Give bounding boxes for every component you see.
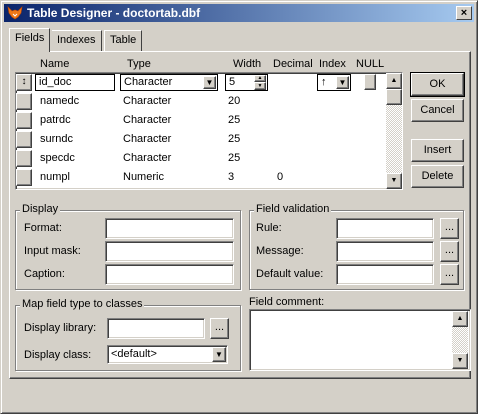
- window-title: Table Designer - doctortab.dbf: [27, 6, 201, 20]
- move-row-icon: ↕: [21, 76, 27, 87]
- row-marker[interactable]: [16, 112, 32, 129]
- field-decimal-cell[interactable]: 0: [277, 171, 283, 183]
- map-classes-title: Map field type to classes: [20, 298, 145, 310]
- col-header-index: Index: [319, 58, 346, 70]
- field-validation-title: Field validation: [254, 203, 332, 215]
- scroll-down-icon[interactable]: ▼: [386, 173, 402, 189]
- col-header-type: Type: [127, 58, 151, 70]
- dropdown-arrow-icon[interactable]: ▼: [212, 347, 226, 362]
- field-name-cell[interactable]: surndc: [40, 133, 73, 145]
- rule-input[interactable]: [336, 218, 434, 239]
- tab-table[interactable]: Table: [104, 30, 143, 51]
- message-builder-button[interactable]: ...: [440, 241, 459, 262]
- row-marker[interactable]: [16, 93, 32, 110]
- dropdown-arrow-icon[interactable]: ▼: [336, 76, 349, 89]
- field-name-cell[interactable]: namedc: [40, 95, 79, 107]
- col-header-decimal: Decimal: [273, 58, 313, 70]
- field-type-select[interactable]: Character ▼: [120, 74, 218, 91]
- ok-button[interactable]: OK: [410, 72, 465, 97]
- caption-input[interactable]: [105, 264, 234, 285]
- field-width-cell[interactable]: 20: [228, 95, 240, 107]
- col-header-null: NULL: [356, 58, 385, 70]
- insert-button[interactable]: Insert: [411, 139, 464, 162]
- row-marker[interactable]: [16, 131, 32, 148]
- spin-down-icon[interactable]: ▼: [254, 82, 266, 90]
- field-width-spinner[interactable]: 5 ▲ ▼: [225, 74, 268, 91]
- field-type-cell[interactable]: Character: [123, 152, 171, 164]
- fields-grid[interactable]: ↕ id_doc Character ▼ 5 ▲ ▼ ↑ ▼ namedc Ch…: [15, 72, 403, 190]
- close-icon: ×: [460, 7, 468, 19]
- display-library-label: Display library:: [24, 322, 97, 334]
- title-bar[interactable]: Table Designer - doctortab.dbf ×: [4, 4, 474, 22]
- display-class-value: <default>: [111, 348, 157, 360]
- dropdown-arrow-icon[interactable]: ▼: [203, 76, 216, 89]
- field-width-cell[interactable]: 3: [228, 171, 234, 183]
- field-name-input[interactable]: id_doc: [35, 74, 115, 91]
- field-width-cell[interactable]: 25: [228, 133, 240, 145]
- col-header-name: Name: [40, 58, 70, 70]
- spin-up-icon[interactable]: ▲: [254, 75, 266, 82]
- default-value-label: Default value:: [256, 268, 324, 280]
- display-class-label: Display class:: [24, 349, 92, 361]
- cancel-button[interactable]: Cancel: [411, 99, 464, 122]
- scroll-up-icon[interactable]: ▲: [386, 73, 402, 89]
- display-library-input[interactable]: [107, 318, 205, 339]
- message-label: Message:: [256, 245, 304, 257]
- index-select[interactable]: ↑ ▼: [317, 74, 351, 91]
- rule-builder-button[interactable]: ...: [440, 218, 459, 239]
- fields-tab-panel: Name Type Width Decimal Index NULL ↕ id_…: [9, 51, 471, 379]
- default-value-builder-button[interactable]: ...: [440, 264, 459, 285]
- message-input[interactable]: [336, 241, 434, 262]
- table-designer-window: Table Designer - doctortab.dbf × Fields …: [0, 0, 478, 414]
- field-type-cell[interactable]: Character: [123, 114, 171, 126]
- delete-button[interactable]: Delete: [411, 165, 464, 188]
- col-header-width: Width: [233, 58, 262, 70]
- field-width-cell[interactable]: 25: [228, 152, 240, 164]
- field-comment-textarea[interactable]: [249, 309, 471, 371]
- display-library-browse-button[interactable]: ...: [210, 318, 229, 339]
- row-marker[interactable]: [16, 169, 32, 186]
- field-type-cell[interactable]: Numeric: [123, 171, 164, 183]
- tab-fields[interactable]: Fields: [9, 28, 51, 52]
- default-value-input[interactable]: [336, 264, 434, 285]
- field-width-value: 5: [229, 76, 236, 88]
- field-name-cell[interactable]: patrdc: [40, 114, 71, 126]
- format-label: Format:: [24, 222, 62, 234]
- field-comment-label: Field comment:: [249, 296, 325, 308]
- field-type-cell[interactable]: Character: [123, 133, 171, 145]
- input-mask-input[interactable]: [105, 241, 234, 262]
- row-marker-current[interactable]: ↕: [16, 74, 32, 91]
- comment-scroll-up-icon[interactable]: ▲: [452, 311, 468, 327]
- format-input[interactable]: [105, 218, 234, 239]
- tab-indexes[interactable]: Indexes: [52, 30, 102, 51]
- input-mask-label: Input mask:: [24, 245, 81, 257]
- rule-label: Rule:: [256, 222, 282, 234]
- field-type-value: Character: [124, 76, 173, 88]
- field-name-cell[interactable]: numpl: [40, 171, 70, 183]
- field-type-cell[interactable]: Character: [123, 95, 171, 107]
- row-marker[interactable]: [16, 150, 32, 167]
- fox-icon: [7, 6, 23, 20]
- index-ascending-icon: ↑: [321, 76, 327, 88]
- caption-label: Caption:: [24, 268, 65, 280]
- scroll-thumb[interactable]: [386, 89, 402, 105]
- field-name-cell[interactable]: specdc: [40, 152, 75, 164]
- comment-scroll-down-icon[interactable]: ▼: [452, 353, 468, 369]
- display-group-title: Display: [20, 203, 61, 215]
- null-toggle[interactable]: [364, 74, 376, 90]
- close-button[interactable]: ×: [456, 6, 472, 20]
- display-class-select[interactable]: <default> ▼: [107, 345, 228, 364]
- field-width-cell[interactable]: 25: [228, 114, 240, 126]
